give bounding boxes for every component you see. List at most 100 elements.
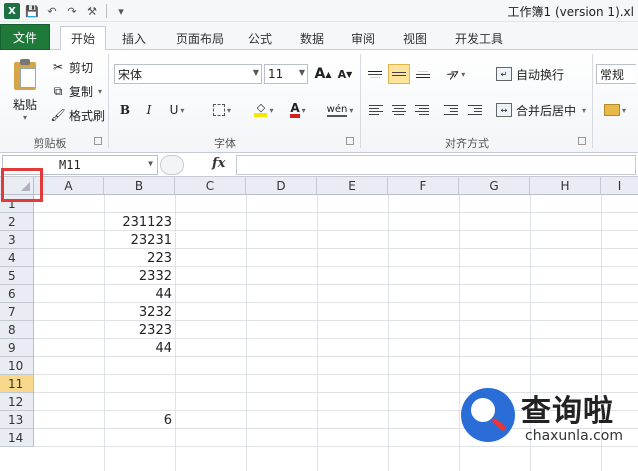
row-header[interactable]: 9 [0,339,34,357]
align-bottom-button[interactable] [412,64,434,84]
undo-icon[interactable]: ↶ [44,3,60,19]
border-button[interactable]: ▾ [206,100,238,120]
name-box-value: M11 [59,158,81,172]
fill-color-button[interactable]: ◇ ▾ [248,100,280,120]
column-header-h[interactable]: H [530,177,601,195]
column-header-e[interactable]: E [317,177,388,195]
expand-handle-icon[interactable] [160,155,184,175]
watermark-title: 查询啦 [521,394,614,429]
font-name-select[interactable]: 宋体 ▼ [114,64,262,84]
format-painter-button[interactable]: 🖌 格式刷 [50,106,105,124]
row-header[interactable]: 3 [0,231,34,249]
merge-center-button[interactable]: ↔ 合并后居中 ▾ [496,100,586,120]
paste-label: 粘贴 [12,98,37,112]
accounting-format-button[interactable]: ▾ [598,100,632,120]
formula-input[interactable] [236,155,636,175]
row-header[interactable]: 5 [0,267,34,285]
alignment-launcher-icon[interactable] [578,137,586,145]
paste-button[interactable]: 粘贴 ▾ [8,56,42,128]
quick-access-toolbar: X 💾 ↶ ↷ ⚒ ▾ [4,2,129,20]
paint-bucket-icon: ◇ [254,102,268,117]
row-header[interactable]: 10 [0,357,34,375]
cell-b9[interactable]: 44 [104,339,175,357]
tab-insert[interactable]: 插入 [112,26,156,50]
row-header[interactable]: 6 [0,285,34,303]
row-header[interactable]: 14 [0,429,34,447]
row-header[interactable]: 2 [0,213,34,231]
clipboard-launcher-icon[interactable] [94,137,102,145]
tab-formulas[interactable]: 公式 [240,26,280,50]
scissors-icon: ✂ [52,60,64,74]
shrink-font-button[interactable]: A ▼ [336,64,354,84]
row-header[interactable]: 8 [0,321,34,339]
cell-b7[interactable]: 3232 [104,303,175,321]
cell-b4[interactable]: 223 [104,249,175,267]
formula-controls: fx [160,155,234,175]
insert-function-icon[interactable]: fx [212,156,225,171]
cell-b10[interactable] [104,357,175,375]
font-size-select[interactable]: 11 ▼ [264,64,308,84]
row-header[interactable]: 4 [0,249,34,267]
column-header-c[interactable]: C [175,177,246,195]
cell-b11[interactable] [104,375,175,393]
tab-home[interactable]: 开始 [60,26,106,51]
shrink-font-icon: A [337,67,347,81]
name-box[interactable]: M11 ▼ [2,155,158,175]
wrap-text-button[interactable]: ↵ 自动换行 [496,64,564,84]
increase-indent-button[interactable] [464,100,486,120]
column-header-f[interactable]: F [388,177,459,195]
decrease-indent-button[interactable] [440,100,462,120]
tab-file[interactable]: 文件 [0,24,50,50]
tab-data[interactable]: 数据 [292,26,332,50]
tab-page-layout[interactable]: 页面布局 [168,26,232,50]
chevron-down-icon: ▼ [252,68,259,77]
italic-button[interactable]: I [140,100,158,120]
select-all-button[interactable] [0,177,34,195]
font-launcher-icon[interactable] [346,137,354,145]
cell-b13[interactable]: 6 [104,411,175,429]
column-header-b[interactable]: B [104,177,175,195]
font-color-button[interactable]: A ▾ [282,100,314,120]
orientation-button[interactable]: ≫ ▾ [440,64,472,84]
copy-dropdown-icon[interactable]: ▾ [98,87,102,96]
cell-b5[interactable]: 2332 [104,267,175,285]
customize-icon[interactable]: ⚒ [84,3,100,19]
row-header[interactable]: 1 [0,195,34,213]
copy-button[interactable]: ⧉ 复制 ▾ [50,82,102,100]
cell-b8[interactable]: 2323 [104,321,175,339]
row-header[interactable]: 11 [0,375,34,393]
column-header-g[interactable]: G [459,177,530,195]
tab-developer[interactable]: 开发工具 [446,26,512,50]
paste-dropdown-icon[interactable]: ▾ [23,113,27,122]
row-header[interactable]: 12 [0,393,34,411]
align-center-button[interactable] [388,100,410,120]
qat-more-icon[interactable]: ▾ [113,3,129,19]
save-icon[interactable]: 💾 [24,3,40,19]
grow-font-button[interactable]: A ▲ [314,64,332,84]
row-header[interactable]: 7 [0,303,34,321]
cell-b12[interactable] [104,393,175,411]
column-header-i[interactable]: I [601,177,638,195]
align-middle-button[interactable] [388,64,410,84]
cell-b1[interactable] [104,195,175,213]
cell-b14[interactable] [104,429,175,447]
align-right-button[interactable] [410,100,432,120]
row-header[interactable]: 13 [0,411,34,429]
cell-b6[interactable]: 44 [104,285,175,303]
cut-button[interactable]: ✂ 剪切 [50,58,93,76]
align-top-button[interactable] [364,64,386,84]
column-header-a[interactable]: A [34,177,104,195]
underline-button[interactable]: U ▾ [162,100,192,120]
column-header-d[interactable]: D [246,177,317,195]
bold-button[interactable]: B [116,100,134,120]
merge-cells-icon: ↔ [496,103,512,117]
number-format-select[interactable]: 常规 [596,64,636,84]
phonetic-button[interactable]: wén ▾ [322,100,358,120]
tab-review[interactable]: 审阅 [343,26,383,50]
cell-b2[interactable]: 231123 [104,213,175,231]
qat-separator [106,4,107,18]
cell-b3[interactable]: 23231 [104,231,175,249]
redo-icon[interactable]: ↷ [64,3,80,19]
tab-view[interactable]: 视图 [395,26,435,50]
align-left-button[interactable] [366,100,388,120]
